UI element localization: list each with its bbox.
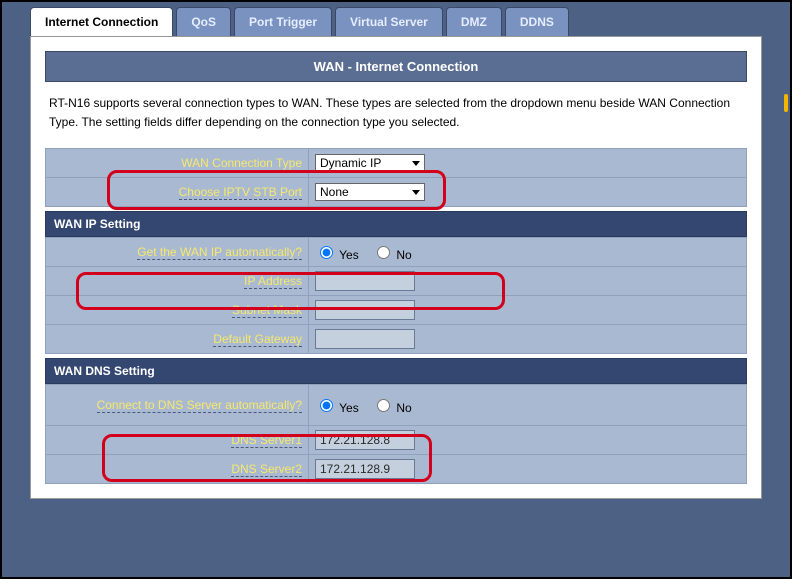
wan-ip-section: WAN IP Setting Get the WAN IP automatica… xyxy=(45,211,747,354)
tab-dmz[interactable]: DMZ xyxy=(446,7,502,36)
wan-ip-auto-yes-radio[interactable] xyxy=(320,246,333,259)
default-gateway-input[interactable] xyxy=(315,329,415,349)
panel-title: WAN - Internet Connection xyxy=(45,51,747,82)
wan-ip-auto-no-radio[interactable] xyxy=(377,246,390,259)
wan-dns-table: Connect to DNS Server automatically? Yes… xyxy=(45,384,747,484)
yes-label: Yes xyxy=(339,401,359,415)
yes-label: Yes xyxy=(339,248,359,262)
subnet-mask-input[interactable] xyxy=(315,300,415,320)
dns-auto-radios: Yes No xyxy=(315,401,422,415)
wan-connection-type-label: WAN Connection Type xyxy=(181,156,302,171)
router-config-page: Internet Connection QoS Port Trigger Vir… xyxy=(0,0,792,579)
dns1-label: DNS Server1 xyxy=(231,433,302,448)
top-settings-table: WAN Connection Type Dynamic IP Choose IP… xyxy=(45,148,747,207)
dns-auto-no-radio[interactable] xyxy=(377,399,390,412)
iptv-port-label: Choose IPTV STB Port xyxy=(179,185,302,200)
wan-connection-type-value: Dynamic IP xyxy=(320,156,381,170)
wan-ip-header: WAN IP Setting xyxy=(45,211,747,237)
wan-ip-table: Get the WAN IP automatically? Yes No IP … xyxy=(45,237,747,354)
wan-ip-auto-no[interactable]: No xyxy=(372,248,412,262)
page-body: WAN - Internet Connection RT-N16 support… xyxy=(30,36,762,499)
wan-connection-type-select[interactable]: Dynamic IP xyxy=(315,154,425,172)
wan-ip-auto-label: Get the WAN IP automatically? xyxy=(137,245,302,260)
tab-port-trigger[interactable]: Port Trigger xyxy=(234,7,332,36)
tab-ddns[interactable]: DDNS xyxy=(505,7,569,36)
no-label: No xyxy=(396,248,411,262)
tabs-bar: Internet Connection QoS Port Trigger Vir… xyxy=(2,2,790,36)
ip-address-label: IP Address xyxy=(244,274,302,289)
dns-auto-no[interactable]: No xyxy=(372,401,412,415)
dns1-input[interactable] xyxy=(315,430,415,450)
dns-auto-yes[interactable]: Yes xyxy=(315,401,359,415)
chevron-down-icon xyxy=(412,161,420,166)
iptv-port-value: None xyxy=(320,185,349,199)
tab-qos[interactable]: QoS xyxy=(176,7,231,36)
dns2-label: DNS Server2 xyxy=(231,462,302,477)
wan-ip-auto-yes[interactable]: Yes xyxy=(315,248,359,262)
no-label: No xyxy=(396,401,411,415)
subnet-mask-label: Subnet Mask xyxy=(232,303,302,318)
intro-text: RT-N16 supports several connection types… xyxy=(45,82,747,148)
chevron-down-icon xyxy=(412,190,420,195)
dns2-input[interactable] xyxy=(315,459,415,479)
dns-auto-label: Connect to DNS Server automatically? xyxy=(97,398,302,413)
default-gateway-label: Default Gateway xyxy=(213,332,302,347)
dns-auto-yes-radio[interactable] xyxy=(320,399,333,412)
wan-ip-auto-radios: Yes No xyxy=(315,248,422,262)
tab-internet-connection[interactable]: Internet Connection xyxy=(30,7,173,36)
side-indicator xyxy=(784,94,788,112)
wan-dns-header: WAN DNS Setting xyxy=(45,358,747,384)
tab-virtual-server[interactable]: Virtual Server xyxy=(335,7,443,36)
wan-dns-section: WAN DNS Setting Connect to DNS Server au… xyxy=(45,358,747,484)
ip-address-input[interactable] xyxy=(315,271,415,291)
iptv-port-select[interactable]: None xyxy=(315,183,425,201)
